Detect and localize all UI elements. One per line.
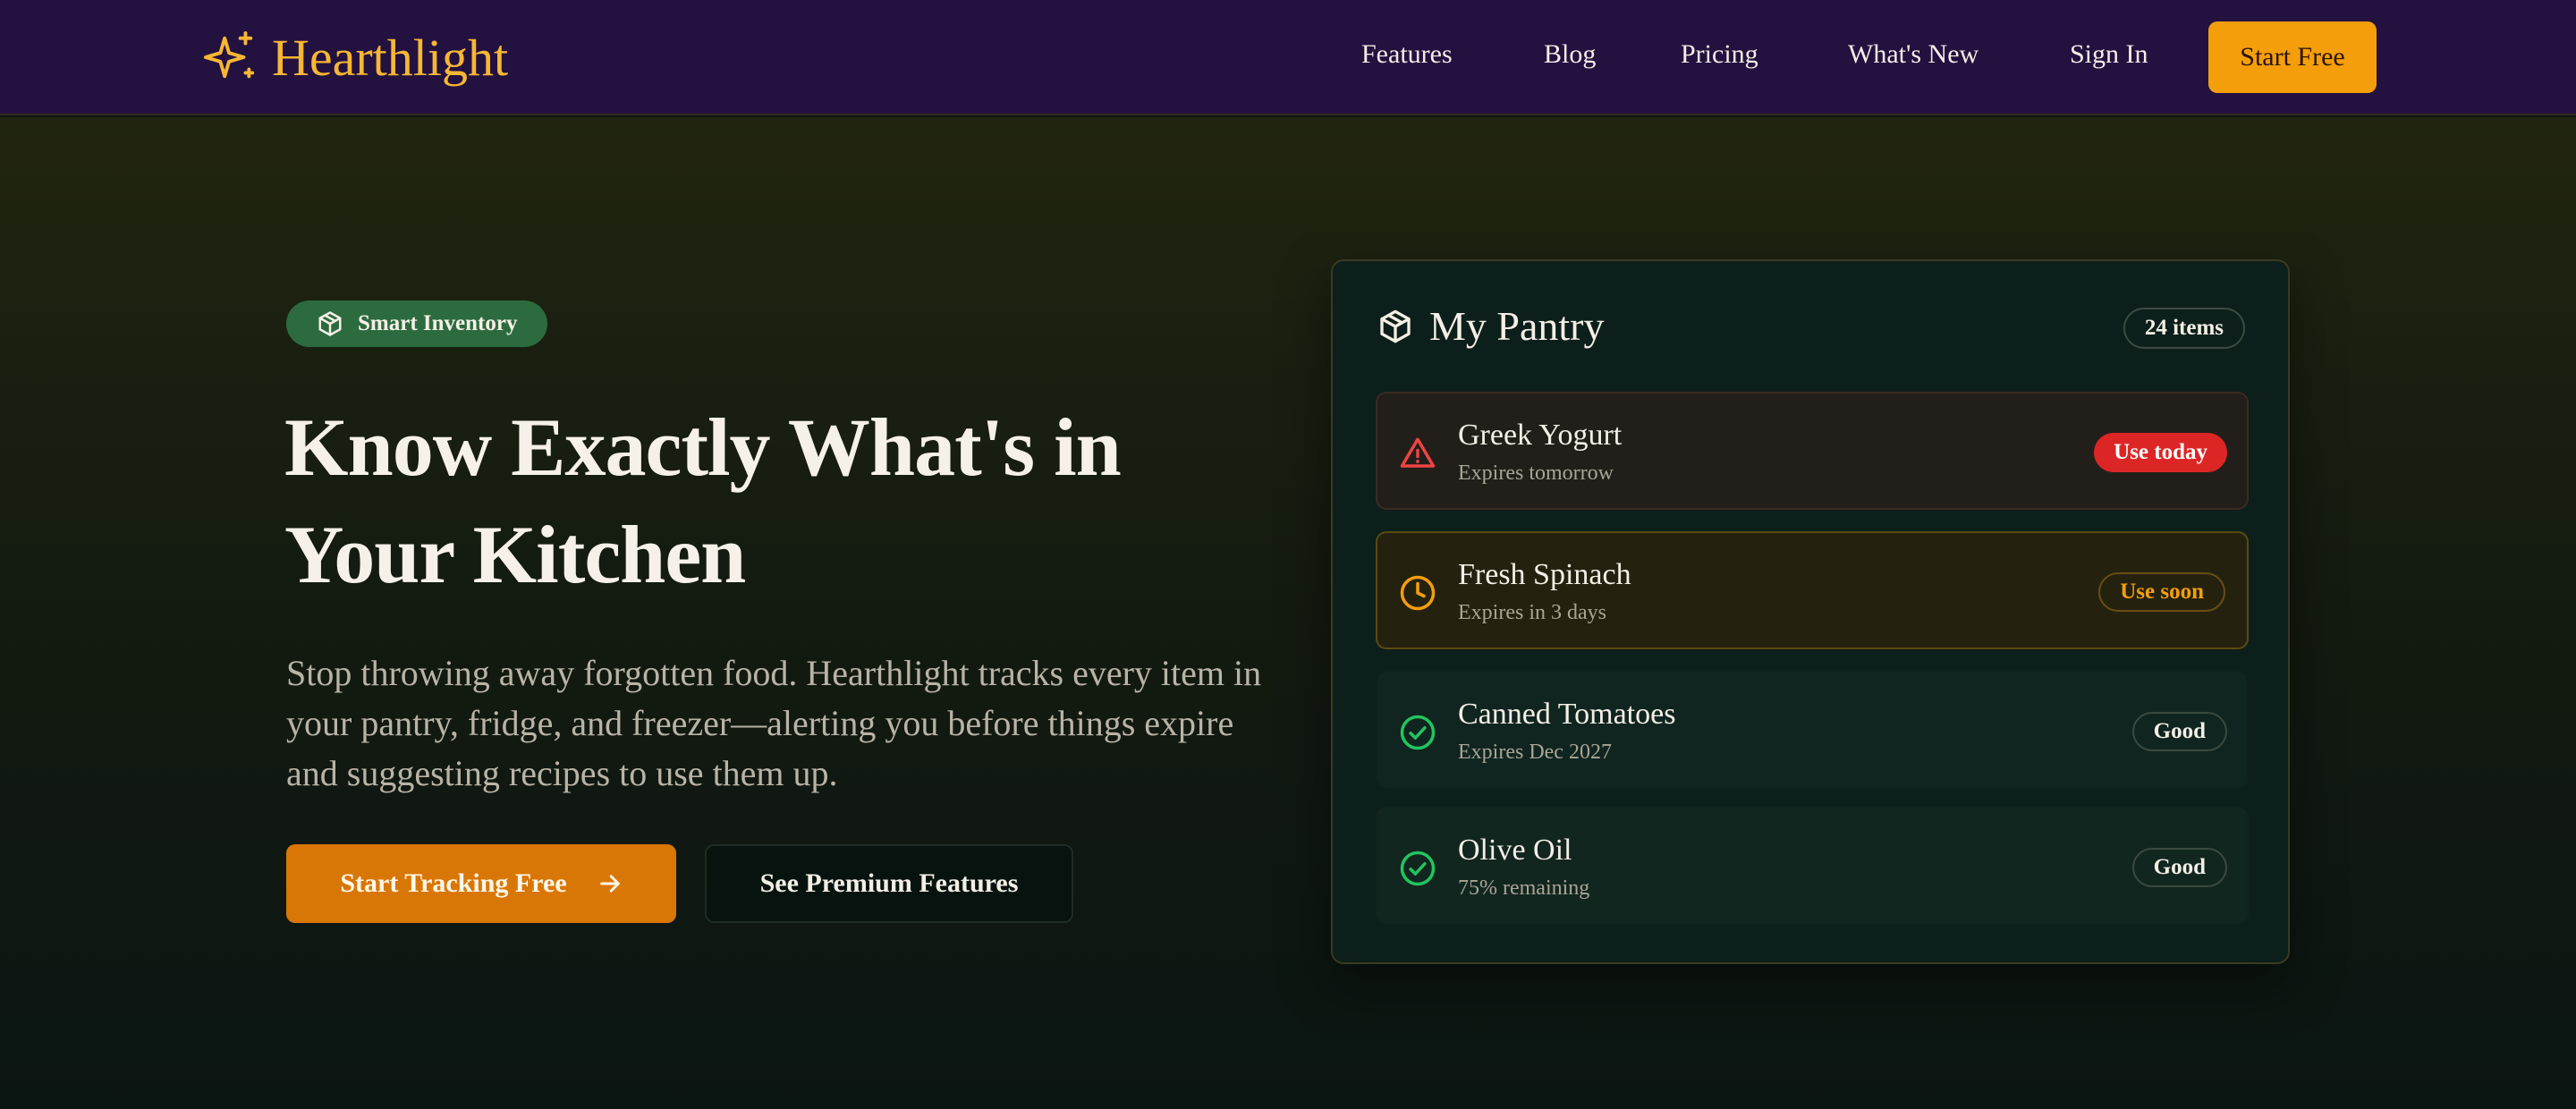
nav-link-pricing[interactable]: Pricing: [1681, 39, 1758, 70]
status-badge: Good: [2131, 712, 2227, 751]
brand-name: Hearthlight: [272, 28, 509, 87]
status-badge: Use today: [2094, 433, 2227, 472]
pantry-title: My Pantry: [1429, 303, 1605, 349]
alert-triangle-icon: [1400, 437, 1436, 468]
hero-headline: Know Exactly What's in Your Kitchen: [284, 394, 1250, 608]
item-expiry: Expires tomorrow: [1458, 461, 1614, 485]
pantry-card: My Pantry 24 items Greek Yogurt Expires …: [1331, 259, 2290, 964]
pantry-item[interactable]: Fresh Spinach Expires in 3 days Use soon: [1376, 531, 2249, 649]
brand-logo[interactable]: Hearthlight: [202, 25, 508, 89]
status-badge: Use soon: [2098, 572, 2225, 612]
nav-link-sign-in[interactable]: Sign In: [2070, 39, 2148, 70]
see-premium-button[interactable]: See Premium Features: [705, 844, 1073, 923]
headline-line-1: Know Exactly What's in: [284, 402, 1122, 493]
item-expiry: Expires Dec 2027: [1458, 741, 1612, 764]
smart-inventory-badge: Smart Inventory: [286, 301, 547, 347]
item-name: Olive Oil: [1458, 834, 1572, 867]
arrow-right-icon: [599, 875, 620, 893]
item-remaining: 75% remaining: [1458, 876, 1590, 900]
item-expiry: Expires in 3 days: [1458, 601, 1606, 624]
check-circle-icon: [1400, 715, 1436, 750]
badge-label: Smart Inventory: [358, 311, 518, 335]
item-name: Canned Tomatoes: [1458, 698, 1676, 731]
item-name: Fresh Spinach: [1458, 558, 1631, 591]
clock-icon: [1400, 575, 1436, 611]
start-free-button[interactable]: Start Free: [2208, 21, 2377, 93]
pantry-item[interactable]: Canned Tomatoes Expires Dec 2027 Good: [1376, 671, 2249, 789]
item-name: Greek Yogurt: [1458, 419, 1623, 452]
headline-line-2: Your Kitchen: [284, 509, 746, 600]
hero-subtitle: Stop throwing away forgotten food. Heart…: [286, 653, 1262, 793]
nav-link-features[interactable]: Features: [1361, 39, 1453, 70]
sparkle-icon: [203, 30, 255, 79]
pantry-header: My Pantry: [1377, 302, 1605, 350]
pantry-item[interactable]: Olive Oil 75% remaining Good: [1376, 807, 2249, 925]
nav-link-blog[interactable]: Blog: [1544, 39, 1596, 70]
start-tracking-label: Start Tracking Free: [340, 868, 567, 898]
item-count-badge: 24 items: [2123, 308, 2245, 349]
start-tracking-button[interactable]: Start Tracking Free: [286, 844, 676, 923]
package-icon: [1380, 309, 1411, 343]
status-badge: Good: [2131, 848, 2227, 887]
nav-link-whats-new[interactable]: What's New: [1848, 39, 1979, 70]
check-circle-icon: [1400, 851, 1436, 886]
top-nav: Hearthlight Features Blog Pricing What's…: [0, 0, 2576, 115]
package-icon: [318, 311, 342, 336]
pantry-item[interactable]: Greek Yogurt Expires tomorrow Use today: [1376, 392, 2249, 510]
